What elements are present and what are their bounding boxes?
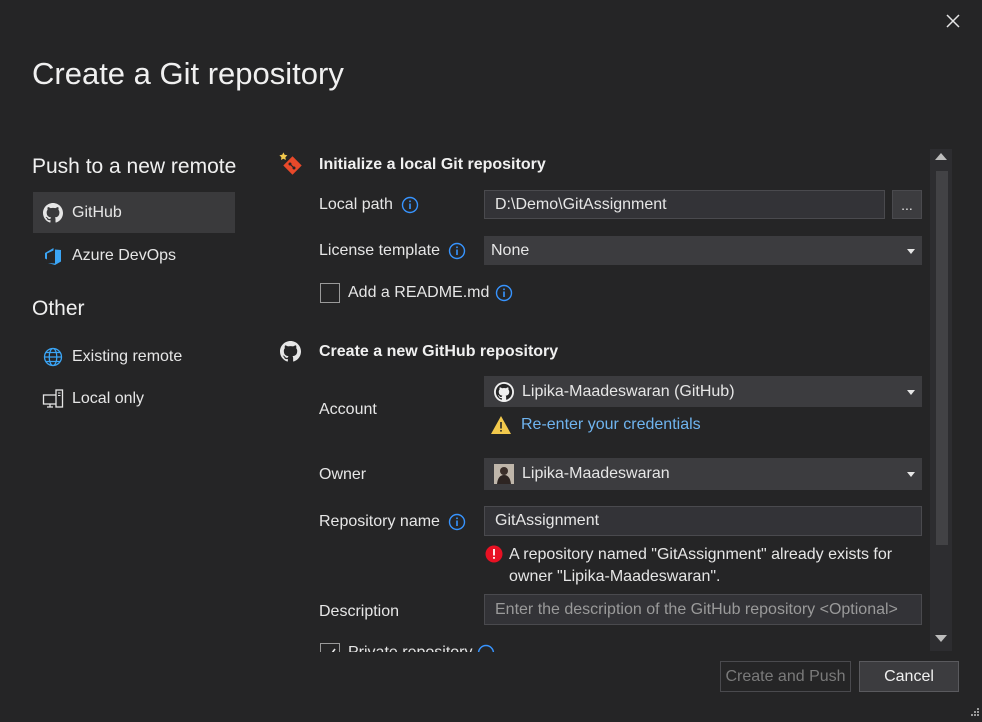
github-icon [280, 341, 301, 362]
owner-dropdown[interactable]: Lipika-Maadeswaran [484, 458, 922, 490]
github-icon [494, 381, 514, 402]
repository-name-label: Repository name [319, 513, 440, 530]
error-icon [485, 545, 503, 563]
scroll-down-icon[interactable] [935, 635, 947, 642]
info-icon[interactable] [448, 242, 466, 260]
add-readme-label: Add a README.md [348, 284, 490, 301]
local-computer-icon [42, 388, 64, 410]
browse-button[interactable]: ... [892, 190, 922, 219]
create-and-push-button[interactable]: Create and Push [720, 661, 851, 692]
private-repository-row: Private repository [280, 640, 920, 652]
repository-name-input[interactable]: GitAssignment [484, 506, 922, 536]
git-repo-icon [278, 150, 304, 178]
sidebar-item-azure-devops[interactable]: Azure DevOps [33, 235, 235, 276]
local-path-label: Local path [319, 196, 393, 213]
local-repo-section-title: Initialize a local Git repository [319, 156, 546, 173]
chevron-down-icon [907, 248, 915, 254]
globe-icon [42, 346, 64, 368]
info-icon[interactable] [495, 284, 513, 302]
other-heading: Other [32, 297, 85, 320]
account-dropdown[interactable]: Lipika-Maadeswaran (GitHub) [484, 376, 922, 407]
dialog-title: Create a Git repository [32, 56, 344, 91]
local-path-input[interactable]: D:\Demo\GitAssignment [484, 190, 885, 219]
info-icon[interactable] [448, 513, 466, 531]
account-label: Account [319, 401, 377, 418]
sidebar-item-local-only[interactable]: Local only [33, 378, 235, 419]
repository-exists-error: A repository named "GitAssignment" alrea… [509, 546, 893, 585]
description-input[interactable]: Enter the description of the GitHub repo… [484, 594, 922, 625]
sidebar-item-existing-remote[interactable]: Existing remote [33, 336, 235, 377]
close-icon[interactable] [940, 8, 966, 34]
github-icon [42, 202, 64, 224]
github-repo-section-title: Create a new GitHub repository [319, 343, 559, 360]
license-template-label: License template [319, 242, 440, 259]
resize-grip-icon[interactable] [968, 704, 980, 716]
chevron-down-icon [907, 389, 915, 395]
info-icon[interactable] [401, 196, 419, 214]
scrollbar-thumb[interactable] [936, 171, 948, 545]
add-readme-checkbox[interactable] [320, 283, 340, 303]
reenter-credentials-link[interactable]: Re-enter your credentials [521, 416, 701, 434]
push-heading: Push to a new remote [32, 155, 237, 178]
sidebar-item-github[interactable]: GitHub [33, 192, 235, 233]
sidebar-item-label: GitHub [72, 203, 122, 221]
sidebar-item-label: Azure DevOps [72, 246, 177, 264]
owner-label: Owner [319, 466, 367, 483]
scroll-up-icon[interactable] [935, 153, 947, 160]
info-icon[interactable] [477, 644, 495, 652]
sidebar-item-label: Existing remote [72, 347, 183, 365]
private-repository-label: Private repository [348, 644, 473, 652]
avatar [494, 464, 514, 484]
chevron-down-icon [907, 472, 915, 477]
warning-icon [490, 414, 512, 436]
sidebar-item-label: Local only [72, 389, 145, 407]
license-template-dropdown[interactable]: None [484, 236, 922, 265]
azure-devops-icon [42, 245, 64, 267]
cancel-button[interactable]: Cancel [859, 661, 959, 692]
private-repository-checkbox[interactable] [320, 643, 340, 652]
description-label: Description [319, 603, 400, 620]
